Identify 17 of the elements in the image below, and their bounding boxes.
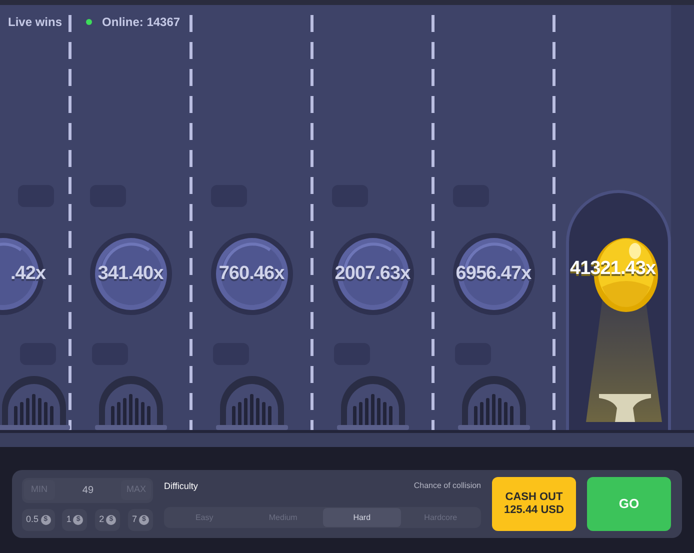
pedestal-icon bbox=[597, 394, 653, 422]
difficulty-tab[interactable]: Hard bbox=[322, 508, 402, 528]
difficulty-label: Difficulty bbox=[164, 480, 198, 493]
cash-out-button[interactable]: CASH OUT 125.44 USD bbox=[492, 477, 576, 531]
live-wins-label: Live wins bbox=[8, 14, 62, 31]
collision-chance-label: Chance of collision bbox=[414, 480, 481, 492]
online-count: Online: 14367 bbox=[102, 14, 180, 31]
multiplier-label: 341.40x bbox=[98, 262, 164, 286]
multiplier-label: .42x bbox=[9, 262, 46, 286]
coin-icon bbox=[210, 232, 294, 316]
multiplier-label: 6956.47x bbox=[456, 262, 532, 286]
coin-icon bbox=[88, 232, 172, 316]
coin-icon bbox=[452, 232, 536, 316]
bet-value: 49 bbox=[82, 484, 94, 498]
multiplier-label: 2007.63x bbox=[334, 262, 410, 286]
multiplier-label: 760.46x bbox=[218, 262, 284, 286]
coin-icon bbox=[330, 232, 414, 316]
